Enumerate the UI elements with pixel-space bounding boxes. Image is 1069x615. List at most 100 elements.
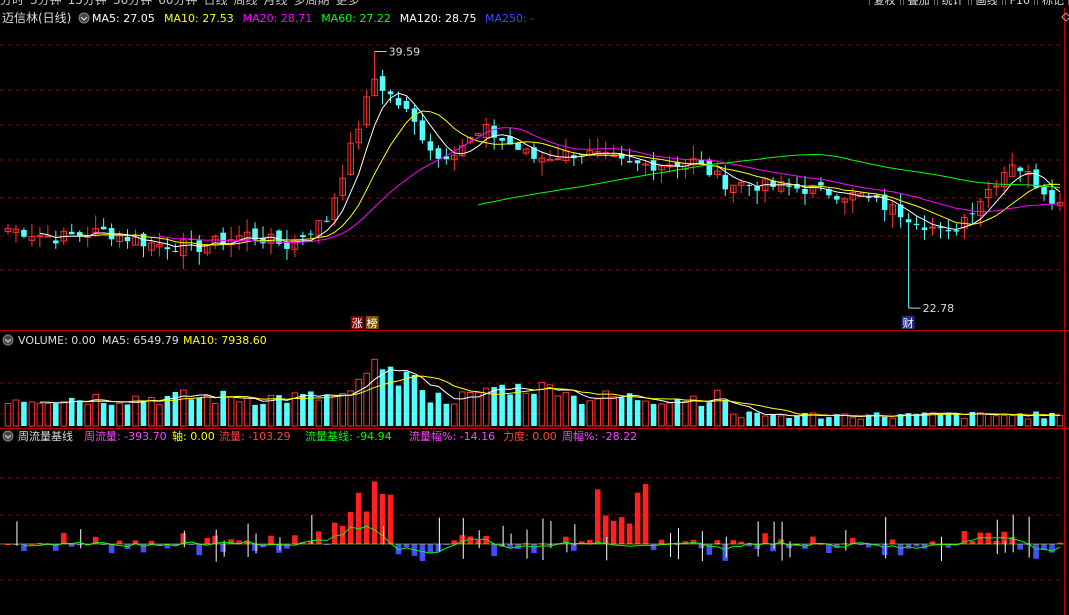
candle-body	[427, 141, 434, 151]
flow-bar	[929, 541, 936, 544]
flow-bar	[204, 538, 211, 544]
candle-body	[937, 227, 944, 229]
volume-bar	[849, 417, 857, 427]
flow-bar	[308, 541, 314, 544]
flow-bar	[21, 544, 27, 552]
volume-bar	[84, 403, 91, 427]
flow-bar	[594, 489, 601, 544]
candle-body	[1041, 186, 1047, 195]
volume-bar	[626, 393, 633, 426]
volume-bar	[977, 412, 984, 427]
tag-label: 财	[903, 316, 914, 330]
candle-body	[650, 160, 657, 171]
volume-bar	[474, 392, 482, 427]
volume-bar	[156, 404, 163, 427]
volume-bar	[761, 415, 769, 427]
flow-bar	[881, 544, 888, 556]
high-label: 39.59	[389, 46, 421, 59]
volume-bar	[411, 374, 418, 426]
flow-bar	[642, 484, 649, 544]
volume-bar	[323, 395, 330, 426]
ma250-legend: MA250: -	[485, 12, 534, 25]
flow-bar	[148, 540, 155, 544]
ma-lines	[39, 92, 1061, 248]
flow-bar	[531, 544, 537, 554]
volume-bar	[634, 400, 641, 426]
candle-body	[818, 182, 824, 186]
volume-bar	[435, 392, 442, 426]
volume-bar	[698, 405, 705, 426]
volume-bar	[770, 414, 776, 426]
flow-bar	[403, 544, 410, 548]
main-grid	[0, 44, 1064, 581]
volume-bar	[1033, 411, 1039, 426]
volume-bar	[857, 418, 865, 427]
ma20-legend: MA20: 28.71	[243, 12, 313, 25]
flow-bar	[738, 541, 745, 544]
volume-bar	[571, 395, 577, 426]
flow-bar	[387, 494, 394, 544]
ma10-line	[79, 110, 1061, 246]
low-label: 22.78	[923, 302, 955, 315]
volume-bar	[443, 403, 450, 426]
volume-bar	[211, 403, 219, 427]
flow-bar	[1017, 544, 1023, 550]
volume-bar	[722, 400, 729, 426]
flow-title: 周流量基线	[18, 429, 73, 443]
candle-body	[905, 219, 912, 223]
candle-body	[634, 160, 641, 164]
ma120-legend: MA120: 28.75	[400, 12, 477, 25]
candle-body	[929, 226, 936, 229]
volume-bar	[666, 402, 673, 427]
volume-bar	[220, 390, 226, 426]
ma60-legend: MA60: 27.22	[321, 12, 391, 25]
candle-body	[953, 230, 960, 232]
candle-body	[21, 229, 27, 237]
flow-bar	[347, 511, 354, 544]
volume-bar	[227, 396, 235, 427]
ma5-legend: MA5: 27.05	[92, 12, 155, 25]
flow-bar	[371, 481, 378, 544]
volume-bar	[53, 403, 59, 426]
flow-bar	[435, 544, 442, 552]
candle-body	[419, 120, 426, 141]
main-title: 迈信林(日线)	[2, 11, 71, 25]
volume-bar	[554, 395, 562, 427]
flow-bar	[650, 544, 657, 551]
flow-bar	[252, 544, 258, 551]
volume-bar	[4, 403, 12, 427]
volume-bar	[116, 402, 123, 427]
flow-bar	[475, 540, 481, 544]
volume-bars	[4, 358, 1064, 427]
candle-body	[786, 185, 792, 187]
candle-body	[554, 158, 562, 161]
volume-bar	[777, 415, 785, 427]
flow-bar	[810, 536, 816, 544]
flow-d: 流量基线: -94.94	[305, 429, 392, 443]
collapse-icon	[2, 334, 14, 346]
flow-bar	[491, 544, 497, 557]
flow-e: 流量幅%: -14.16	[409, 429, 495, 443]
flow-bar	[969, 540, 976, 544]
volume-bar	[260, 403, 266, 426]
candle-body	[172, 250, 179, 252]
volume-bar	[339, 392, 347, 427]
candle-body	[499, 138, 505, 141]
flow-baseline	[23, 525, 1061, 554]
volume-bar	[1024, 418, 1032, 427]
volume-bar	[610, 396, 617, 427]
flow-bar	[571, 544, 577, 551]
volume-bar	[1000, 414, 1008, 427]
candle-body	[164, 247, 171, 250]
volume-bar	[546, 384, 554, 427]
flow-bar	[427, 544, 434, 554]
flow-bar	[68, 544, 75, 547]
flow-bar	[690, 539, 697, 544]
volume-bar	[284, 402, 290, 426]
volume-bar	[108, 404, 115, 426]
flow-bar	[889, 539, 896, 544]
flow-bar	[618, 517, 625, 544]
volume-bar	[1041, 418, 1047, 426]
candle-body	[921, 227, 928, 231]
volume-bar	[937, 414, 944, 426]
